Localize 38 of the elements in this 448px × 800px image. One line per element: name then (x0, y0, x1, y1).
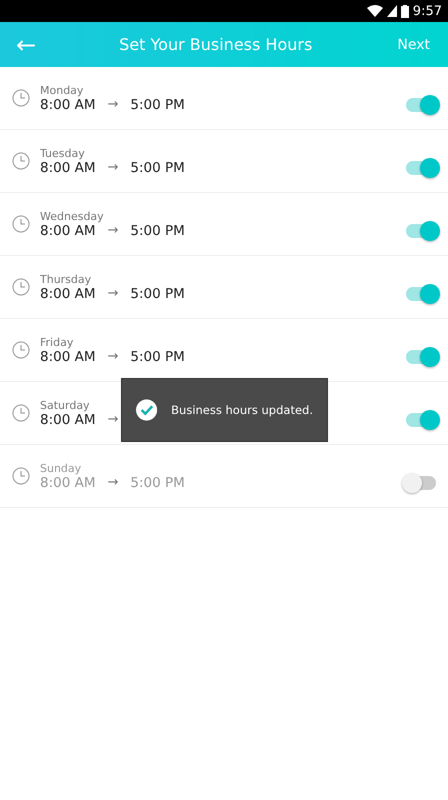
close-time[interactable]: 5:00 PM (130, 348, 185, 364)
day-label: Sunday (40, 462, 82, 474)
day-label: Friday (40, 336, 74, 348)
close-time[interactable]: 5:00 PM (130, 222, 185, 238)
arrow-glyph: → (108, 286, 118, 301)
open-time[interactable]: 8:00 AM (40, 222, 96, 238)
toast-message: Business hours updated. (171, 403, 313, 417)
close-time[interactable]: 5:00 PM (130, 160, 185, 176)
open-time[interactable]: 8:00 AM (40, 412, 96, 428)
battery-icon (400, 4, 409, 18)
arrow-glyph: → (108, 412, 118, 427)
clock-time: 9:57 (412, 4, 442, 18)
arrow-glyph: → (108, 223, 118, 238)
arrow-glyph: → (108, 475, 118, 490)
clock-icon (12, 278, 30, 296)
day-label: Wednesday (40, 210, 104, 222)
signal-icon (386, 5, 397, 17)
clock-icon (12, 341, 30, 359)
clock-icon (12, 215, 30, 233)
close-time[interactable]: 5:00 PM (130, 286, 185, 302)
arrow-glyph: → (108, 349, 118, 364)
open-time[interactable]: 8:00 AM (40, 160, 96, 176)
day-label: Saturday (40, 398, 90, 412)
arrow-glyph: → (108, 160, 118, 175)
page-title: Set Your Business Hours (119, 35, 312, 54)
close-time[interactable]: 5:00 PM (130, 96, 185, 112)
clock-icon (12, 152, 30, 170)
clock-icon (12, 89, 30, 107)
day-label: Thursday (40, 272, 92, 286)
open-time[interactable]: 8:00 AM (40, 96, 96, 112)
open-time[interactable]: 8:00 AM (40, 286, 96, 302)
clock-icon (12, 404, 30, 422)
clock-icon (12, 467, 30, 485)
wifi-icon (366, 5, 383, 17)
day-label: Monday (40, 84, 84, 96)
open-time[interactable]: 8:00 AM (40, 348, 96, 364)
arrow-glyph: → (108, 97, 118, 112)
day-label: Tuesday (40, 146, 85, 160)
